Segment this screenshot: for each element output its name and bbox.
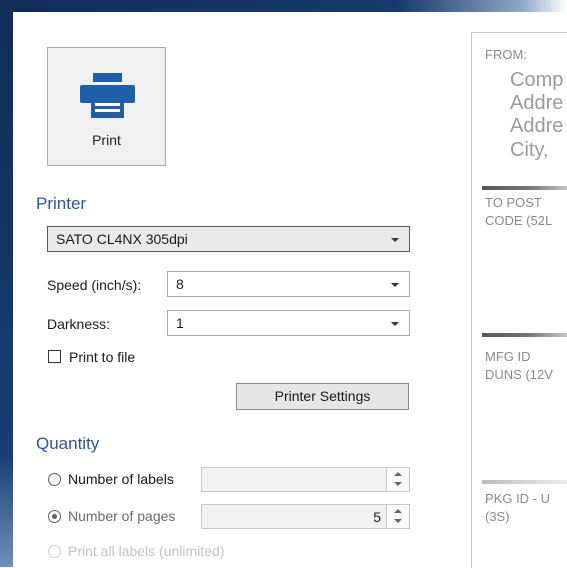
quantity-section-title: Quantity	[36, 434, 100, 453]
print-to-file-checkbox[interactable]	[48, 350, 61, 363]
preview-to-line: TO POST	[485, 195, 542, 210]
preview-divider	[482, 333, 567, 337]
speed-select[interactable]: 8	[167, 271, 410, 297]
chevron-up-icon[interactable]	[394, 472, 402, 476]
chevron-down-icon[interactable]	[394, 482, 402, 486]
number-of-labels-label: Number of labels	[68, 471, 174, 487]
chevron-down-icon	[391, 322, 399, 326]
stepper-spin[interactable]	[386, 468, 409, 491]
print-all-labels-label: Print all labels (unlimited)	[68, 543, 225, 559]
darkness-select-value: 1	[176, 315, 184, 331]
preview-mfg-line: MFG ID	[485, 349, 531, 364]
window-frame-left	[0, 0, 13, 567]
print-button-label: Print	[92, 132, 121, 148]
print-button[interactable]: Print	[47, 47, 166, 166]
print-all-labels-radio[interactable]	[48, 545, 61, 558]
printer-select-value: SATO CL4NX 305dpi	[56, 231, 188, 247]
window-frame-top	[0, 0, 567, 12]
preview-mfg-line: DUNS (12V	[485, 367, 553, 382]
speed-select-value: 8	[176, 276, 184, 292]
preview-from-line: Addre	[510, 92, 564, 114]
number-of-pages-stepper[interactable]: 5	[201, 504, 410, 529]
number-of-labels-stepper[interactable]	[201, 467, 410, 492]
preview-from-line: Comp	[510, 69, 564, 91]
chevron-down-icon[interactable]	[394, 519, 402, 523]
label-preview: FROM: Comp Addre Addre City, TO POST COD…	[471, 32, 567, 568]
preview-pkg-line: (3S)	[485, 509, 510, 524]
printer-section-title: Printer	[36, 194, 87, 213]
stepper-spin[interactable]	[386, 505, 409, 528]
darkness-select[interactable]: 1	[167, 310, 410, 336]
printer-icon	[80, 73, 135, 118]
preview-from-label: FROM:	[485, 47, 527, 62]
preview-to-line: CODE (52L	[485, 213, 553, 228]
preview-from-line: Addre	[510, 115, 564, 137]
chevron-up-icon[interactable]	[394, 509, 402, 513]
preview-divider	[482, 186, 567, 190]
chevron-down-icon	[391, 283, 399, 287]
number-of-pages-radio[interactable]	[48, 510, 61, 523]
preview-pkg-line: PKG ID - U	[485, 491, 551, 506]
preview-divider	[482, 480, 567, 484]
number-of-pages-value: 5	[373, 509, 381, 525]
print-to-file-label: Print to file	[69, 349, 136, 365]
speed-label: Speed (inch/s):	[47, 277, 142, 293]
number-of-labels-radio[interactable]	[48, 473, 61, 486]
chevron-down-icon	[391, 238, 399, 242]
preview-from-line: City,	[510, 139, 549, 161]
darkness-label: Darkness:	[47, 316, 111, 332]
printer-select[interactable]: SATO CL4NX 305dpi	[47, 226, 410, 252]
printer-settings-button[interactable]: Printer Settings	[236, 383, 409, 410]
number-of-pages-label: Number of pages	[68, 508, 176, 524]
